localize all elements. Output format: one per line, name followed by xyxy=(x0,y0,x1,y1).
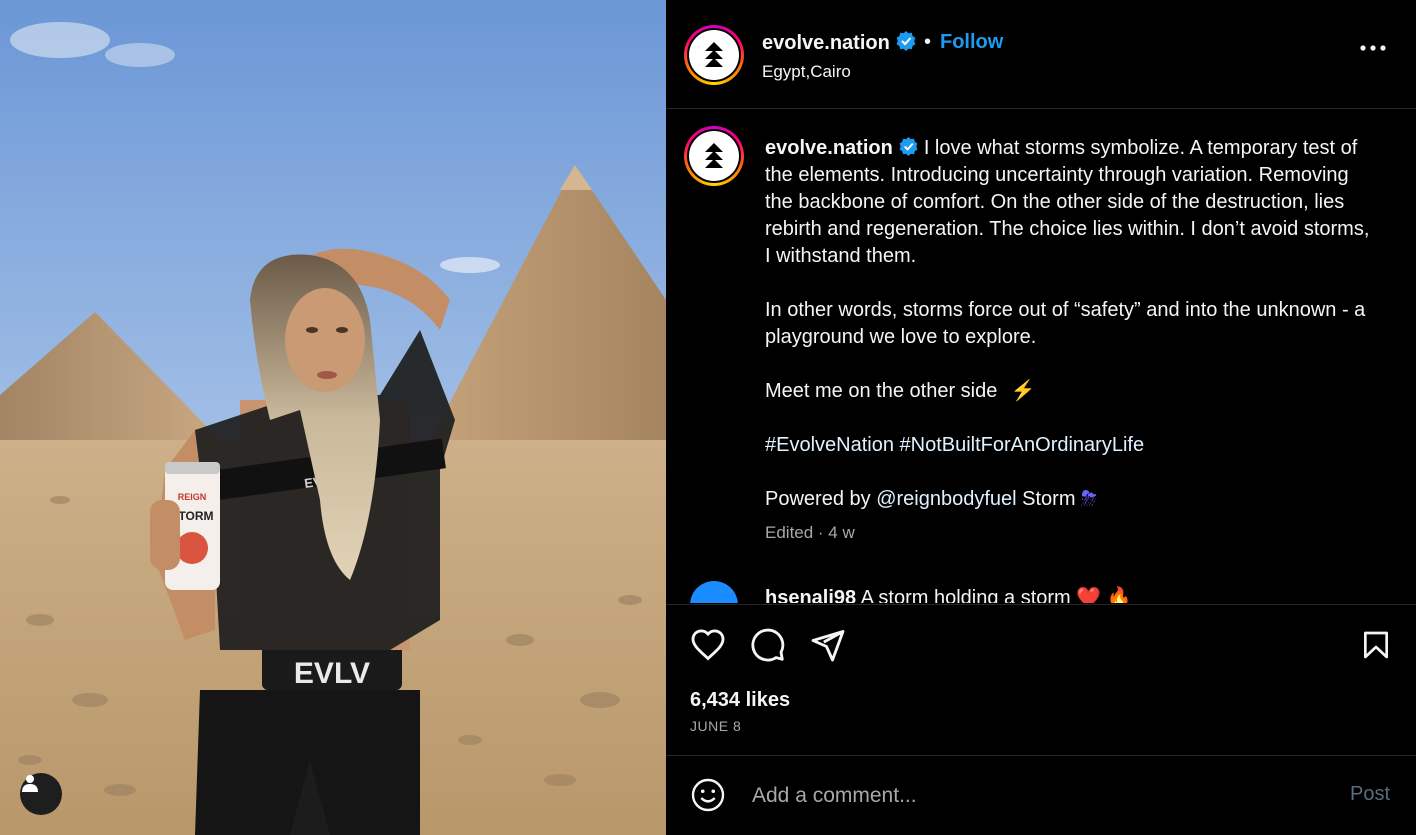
evolve-logo-icon xyxy=(705,42,723,67)
comment-text: A storm holding a storm xyxy=(860,587,1071,603)
commenter-avatar[interactable] xyxy=(690,581,738,603)
like-heart-icon[interactable] xyxy=(690,627,726,663)
lightning-emoji: ⚡ xyxy=(1010,380,1036,402)
post-details-panel: evolve.nation • Follow Egypt,Cairo evolv… xyxy=(666,0,1416,835)
follow-button[interactable]: Follow xyxy=(940,31,1003,54)
save-bookmark-icon[interactable] xyxy=(1360,627,1392,663)
caption-username[interactable]: evolve.nation xyxy=(765,137,893,159)
post-date: JUNE 8 xyxy=(690,718,742,734)
powered-by-suffix: Storm xyxy=(1022,488,1076,510)
mention-link[interactable]: @reignbodyfuel xyxy=(876,488,1016,510)
header-separator: • xyxy=(924,31,932,53)
verified-badge-icon xyxy=(899,137,918,156)
comment-input[interactable] xyxy=(750,779,1314,813)
evolve-logo-icon xyxy=(705,143,723,168)
post-photo-illustration: EVLV EVLV REIGN STORM xyxy=(0,0,666,835)
comment-emojis: ❤️ 🔥 xyxy=(1076,587,1132,603)
emoji-picker-icon[interactable] xyxy=(690,777,726,813)
comment-item: hsenali98 A storm holding a storm ❤️ 🔥 xyxy=(666,581,1416,603)
caption-hashtags[interactable]: #EvolveNation #NotBuiltForAnOrdinaryLife xyxy=(765,432,1375,459)
post-header: evolve.nation • Follow Egypt,Cairo xyxy=(666,0,1416,109)
powered-by-prefix: Powered by xyxy=(765,488,871,510)
post-caption: evolve.nation I love what storms symboli… xyxy=(765,135,1375,513)
post-location[interactable]: Egypt,Cairo xyxy=(762,62,851,82)
author-username-text[interactable]: evolve.nation xyxy=(762,32,890,54)
comment-composer: Post xyxy=(666,755,1416,835)
comment-text-line: hsenali98 A storm holding a storm ❤️ 🔥 xyxy=(765,585,1132,603)
post-photo[interactable]: EVLV EVLV REIGN STORM xyxy=(0,0,666,835)
can-brand-text: REIGN xyxy=(178,492,207,502)
waistband-text: EVLV xyxy=(294,657,370,690)
author-username[interactable]: evolve.nation xyxy=(762,31,916,55)
more-options-icon[interactable] xyxy=(1360,44,1386,52)
post-actions: 6,434 likes JUNE 8 xyxy=(666,604,1416,756)
share-paper-plane-icon[interactable] xyxy=(810,627,846,663)
user-icon xyxy=(22,775,38,792)
caption-paragraph-2: In other words, storms force out of “saf… xyxy=(765,299,1366,348)
likes-count[interactable]: 6,434 likes xyxy=(690,689,790,712)
author-avatar[interactable] xyxy=(684,25,744,85)
commenter-username[interactable]: hsenali98 xyxy=(765,587,856,603)
caption-paragraph-3: Meet me on the other side xyxy=(765,380,998,402)
caption-meta: Edited · 4 w xyxy=(765,523,855,542)
post-comment-button[interactable]: Post xyxy=(1350,783,1390,806)
caption-scroll-area[interactable]: evolve.nation I love what storms symboli… xyxy=(666,109,1416,603)
comment-bubble-icon[interactable] xyxy=(750,627,786,663)
storm-emoji: ⛈ xyxy=(1081,488,1098,510)
verified-badge-icon xyxy=(896,31,916,51)
tagged-users-button[interactable] xyxy=(20,773,62,815)
caption-author-avatar[interactable] xyxy=(684,126,744,186)
